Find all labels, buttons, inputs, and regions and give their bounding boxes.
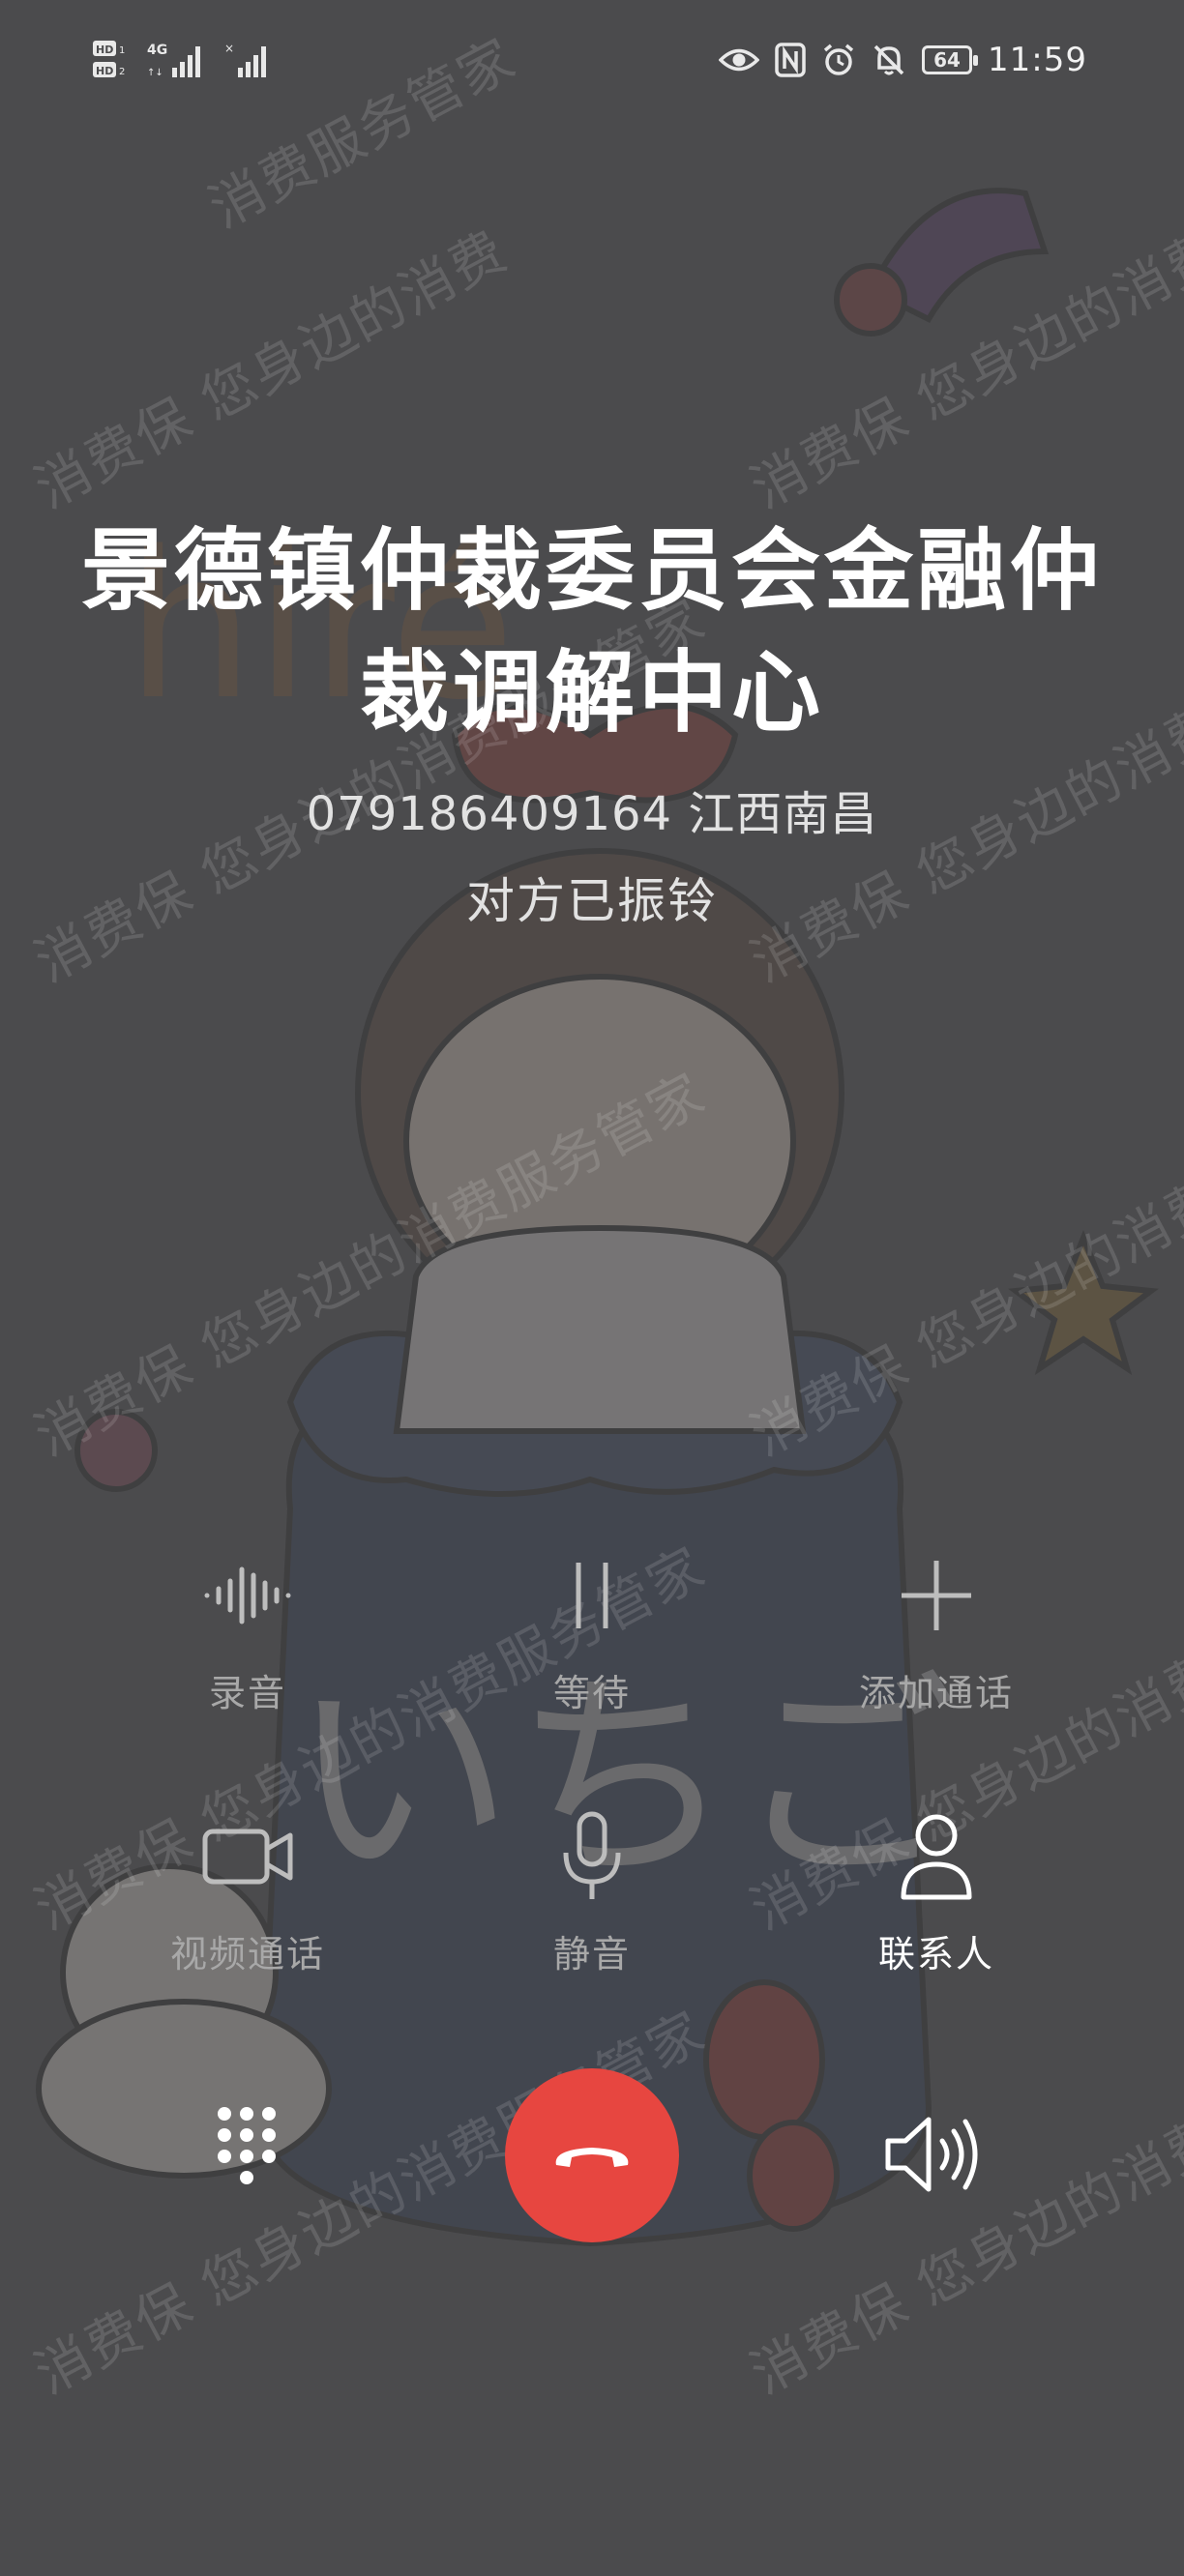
add-call-button[interactable]: 添加通话 bbox=[791, 1547, 1081, 1716]
eye-comfort-icon bbox=[719, 48, 760, 72]
status-bar-time: 11:59 bbox=[988, 41, 1087, 79]
call-status: 对方已振铃 bbox=[466, 873, 718, 929]
hangup-button[interactable] bbox=[505, 2068, 679, 2242]
record-label: 录音 bbox=[208, 1672, 286, 1714]
contact-person-icon bbox=[901, 1814, 972, 1900]
alarm-icon bbox=[823, 44, 854, 75]
hold-label: 等待 bbox=[552, 1672, 631, 1714]
mute-label: 静音 bbox=[552, 1933, 631, 1976]
video-call-button[interactable]: 视频通话 bbox=[103, 1808, 393, 1977]
mute-bell-icon bbox=[873, 44, 904, 75]
record-button[interactable]: 录音 bbox=[103, 1547, 393, 1716]
status-bar-left: HD HD 1 2 4G ↑↓ × bbox=[91, 39, 269, 81]
nfc-icon bbox=[775, 43, 806, 77]
caller-number-location: 079186409164 江西南昌 bbox=[306, 787, 878, 841]
mute-button[interactable]: 静音 bbox=[447, 1808, 737, 1977]
svg-text:2: 2 bbox=[119, 67, 125, 77]
svg-text:↑↓: ↑↓ bbox=[147, 68, 163, 78]
hangup-phone-icon bbox=[555, 2148, 629, 2167]
contacts-label: 联系人 bbox=[877, 1933, 994, 1976]
status-bar: HD HD 1 2 4G ↑↓ × 64 11:59 bbox=[0, 0, 1184, 116]
svg-text:HD: HD bbox=[96, 44, 113, 56]
signal-bars-icon: × bbox=[224, 42, 266, 77]
speaker-icon bbox=[885, 2117, 978, 2192]
battery-icon: 64 bbox=[922, 45, 979, 74]
svg-text:HD: HD bbox=[96, 65, 113, 77]
hd-badge-icon: HD HD 1 2 bbox=[93, 41, 125, 77]
svg-text:1: 1 bbox=[119, 45, 125, 56]
speaker-button[interactable] bbox=[882, 2108, 985, 2201]
microphone-icon bbox=[563, 1811, 621, 1899]
video-camera-icon bbox=[202, 1829, 293, 1885]
contacts-button[interactable]: 联系人 bbox=[791, 1808, 1081, 1977]
status-bar-right: 64 11:59 bbox=[719, 37, 1087, 83]
svg-text:×: × bbox=[224, 42, 234, 55]
pause-icon bbox=[576, 1563, 608, 1628]
4g-signal-icon: 4G ↑↓ bbox=[147, 43, 200, 78]
plus-icon bbox=[902, 1561, 971, 1630]
svg-text:4G: 4G bbox=[147, 43, 167, 58]
dialpad-button[interactable] bbox=[203, 2104, 290, 2201]
caller-name: 景德镇仲裁委员会金融仲裁调解中心 bbox=[80, 519, 1103, 745]
hold-button[interactable]: 等待 bbox=[447, 1547, 737, 1716]
dialpad-icon bbox=[218, 2107, 276, 2184]
record-waveform-icon bbox=[204, 1566, 291, 1625]
video-call-label: 视频通话 bbox=[169, 1933, 325, 1976]
add-call-label: 添加通话 bbox=[858, 1672, 1014, 1714]
